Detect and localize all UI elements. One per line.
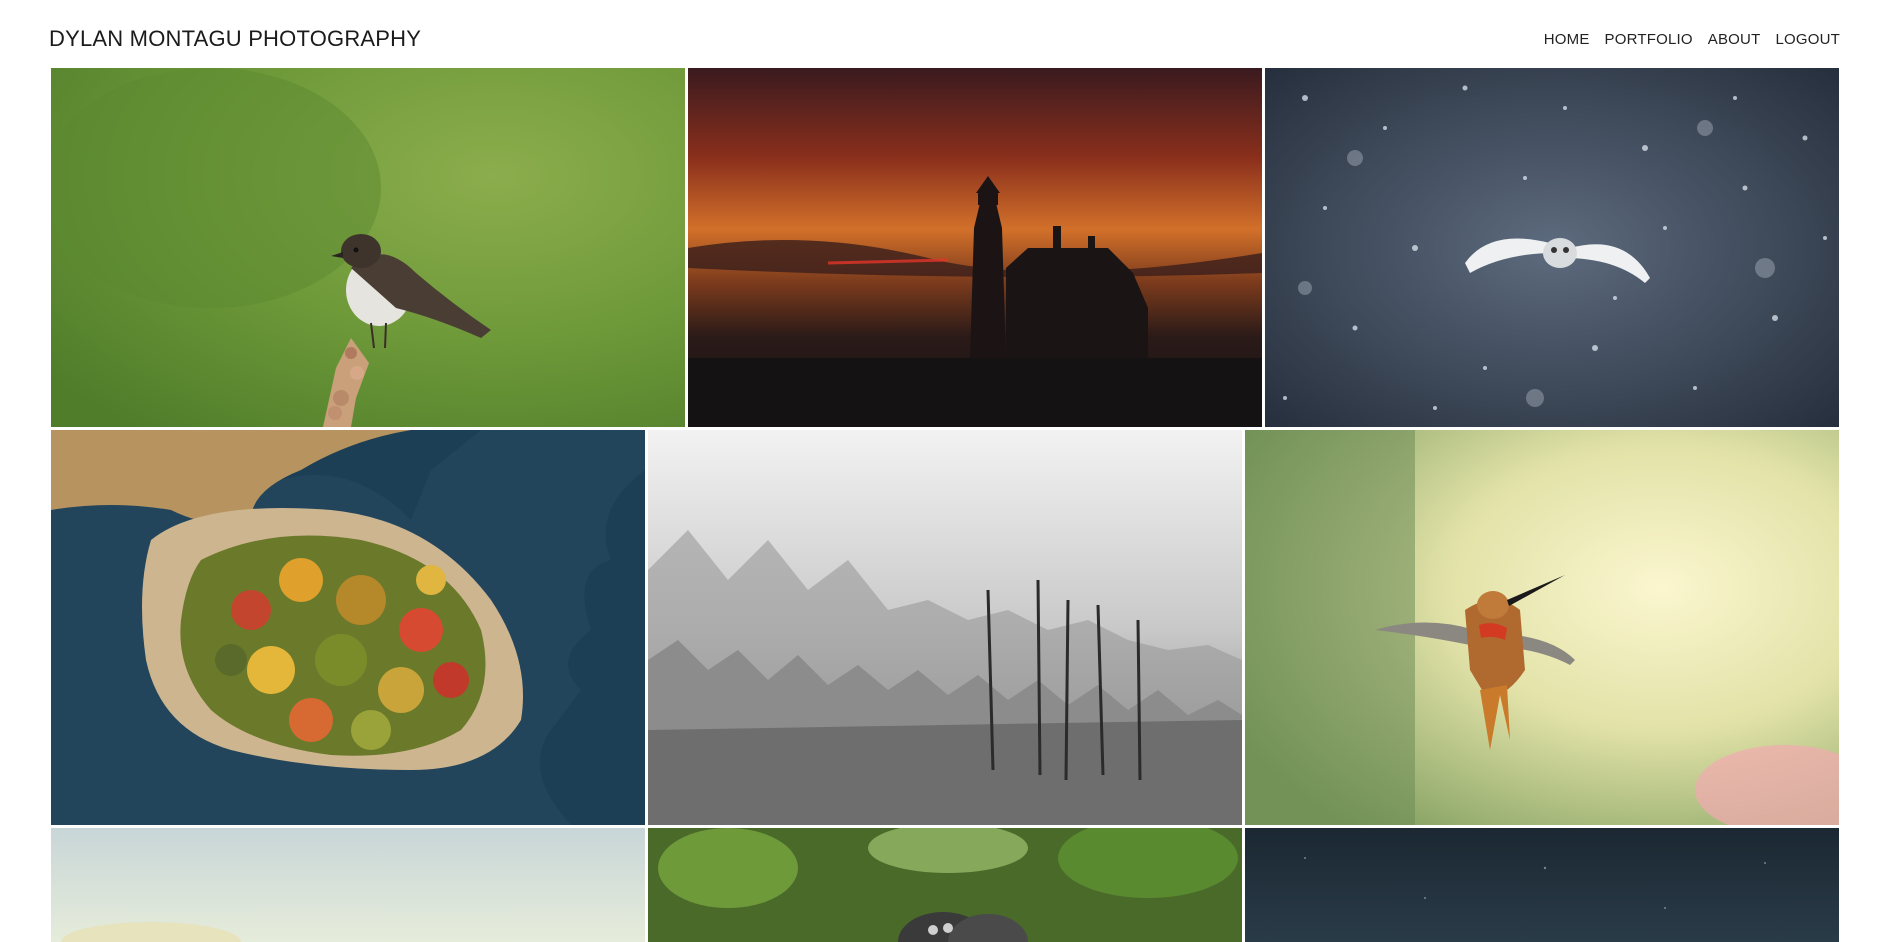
- photo-island[interactable]: [51, 430, 645, 825]
- photo-foggy-forest[interactable]: [648, 430, 1242, 825]
- photo-monkeys[interactable]: [648, 828, 1242, 942]
- photo-night-sky[interactable]: [1245, 828, 1839, 942]
- photo-sparrow[interactable]: [51, 68, 685, 427]
- photo-gallery: [0, 0, 1897, 942]
- photo-lighthouse[interactable]: [688, 68, 1262, 427]
- photo-hummingbird[interactable]: [1245, 430, 1839, 825]
- photo-sky[interactable]: [51, 828, 645, 942]
- photo-owl[interactable]: [1265, 68, 1839, 427]
